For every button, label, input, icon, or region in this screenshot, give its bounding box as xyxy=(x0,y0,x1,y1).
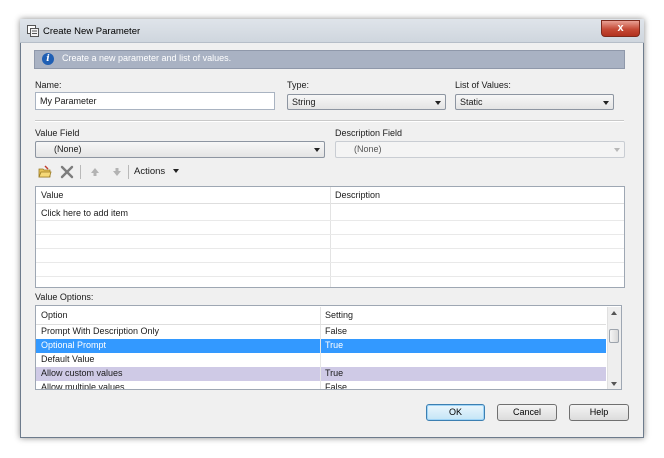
chevron-down-icon xyxy=(603,101,609,105)
column-header-value[interactable]: Value xyxy=(41,188,63,203)
grid-line xyxy=(36,220,624,221)
grid-line xyxy=(36,234,624,235)
table-row[interactable]: Default Value xyxy=(36,353,606,367)
name-label: Name: xyxy=(35,80,62,90)
setting-cell: True xyxy=(325,340,344,350)
scroll-up-icon[interactable] xyxy=(611,311,617,315)
scroll-down-icon[interactable] xyxy=(611,382,617,386)
actions-label: Actions xyxy=(134,166,166,177)
toolbar-separator xyxy=(128,165,129,179)
value-field-select[interactable]: (None) xyxy=(35,141,325,158)
list-of-values-selected-value: Static xyxy=(460,97,483,107)
table-row[interactable]: Allow multiple values False xyxy=(36,381,606,389)
list-of-values-label: List of Values: xyxy=(455,80,511,90)
description-field-label: Description Field xyxy=(335,128,403,138)
section-divider xyxy=(35,120,624,122)
column-divider xyxy=(320,307,321,324)
cancel-button[interactable]: Cancel xyxy=(497,404,557,421)
add-item-row[interactable]: Click here to add item xyxy=(41,207,128,220)
value-field-label: Value Field xyxy=(35,128,80,138)
option-cell: Default Value xyxy=(41,354,95,364)
help-button[interactable]: Help xyxy=(569,404,629,421)
move-down-icon[interactable] xyxy=(110,165,124,179)
column-header-option[interactable]: Option xyxy=(41,308,68,323)
value-options-header xyxy=(36,307,606,325)
chevron-down-icon xyxy=(314,148,320,152)
setting-cell: False xyxy=(325,326,348,336)
chevron-down-icon xyxy=(172,169,179,174)
name-input[interactable]: My Parameter xyxy=(35,92,275,110)
option-cell: Allow custom values xyxy=(41,368,123,378)
close-icon: x xyxy=(617,22,624,34)
grid-line xyxy=(36,248,624,249)
delete-icon[interactable] xyxy=(60,165,74,179)
description-field-selected-value: (None) xyxy=(354,144,382,154)
ok-button[interactable]: OK xyxy=(426,404,485,421)
description-field-select[interactable]: (None) xyxy=(335,141,625,158)
parameter-icon xyxy=(27,25,39,37)
grid-line xyxy=(36,262,624,263)
table-row-selected[interactable]: Optional Prompt True xyxy=(36,339,606,353)
option-cell: Prompt With Description Only xyxy=(41,326,160,336)
setting-cell: False xyxy=(325,382,348,389)
close-button[interactable]: x xyxy=(601,20,640,37)
value-field-selected-value: (None) xyxy=(54,144,82,154)
chevron-down-icon xyxy=(614,148,620,152)
setting-cell: True xyxy=(325,368,344,378)
table-row[interactable]: Allow custom values True xyxy=(36,367,606,381)
window-title: Create New Parameter xyxy=(43,26,141,37)
actions-menu-button[interactable]: Actions xyxy=(134,166,179,178)
value-options-label: Value Options: xyxy=(35,292,94,302)
info-icon: i xyxy=(42,53,54,65)
table-row[interactable]: Prompt With Description Only False xyxy=(36,325,606,339)
chevron-down-icon xyxy=(435,101,441,105)
option-cell: Optional Prompt xyxy=(41,340,107,350)
open-folder-icon[interactable] xyxy=(38,165,52,179)
column-header-description[interactable]: Description xyxy=(335,188,380,203)
grid-line xyxy=(36,276,624,277)
value-options-scrollbar[interactable] xyxy=(607,307,621,389)
scrollbar-thumb[interactable] xyxy=(609,329,619,343)
info-text: Create a new parameter and list of value… xyxy=(62,53,232,63)
column-divider xyxy=(330,187,331,287)
type-selected-value: String xyxy=(292,97,316,107)
column-header-setting[interactable]: Setting xyxy=(325,308,353,323)
option-cell: Allow multiple values xyxy=(41,382,125,389)
list-of-values-select[interactable]: Static xyxy=(455,94,614,110)
value-options-rows: Prompt With Description Only False Optio… xyxy=(36,325,606,389)
column-divider xyxy=(320,325,321,389)
move-up-icon[interactable] xyxy=(88,165,102,179)
toolbar-separator xyxy=(80,165,81,179)
type-label: Type: xyxy=(287,80,310,90)
type-select[interactable]: String xyxy=(287,94,446,110)
